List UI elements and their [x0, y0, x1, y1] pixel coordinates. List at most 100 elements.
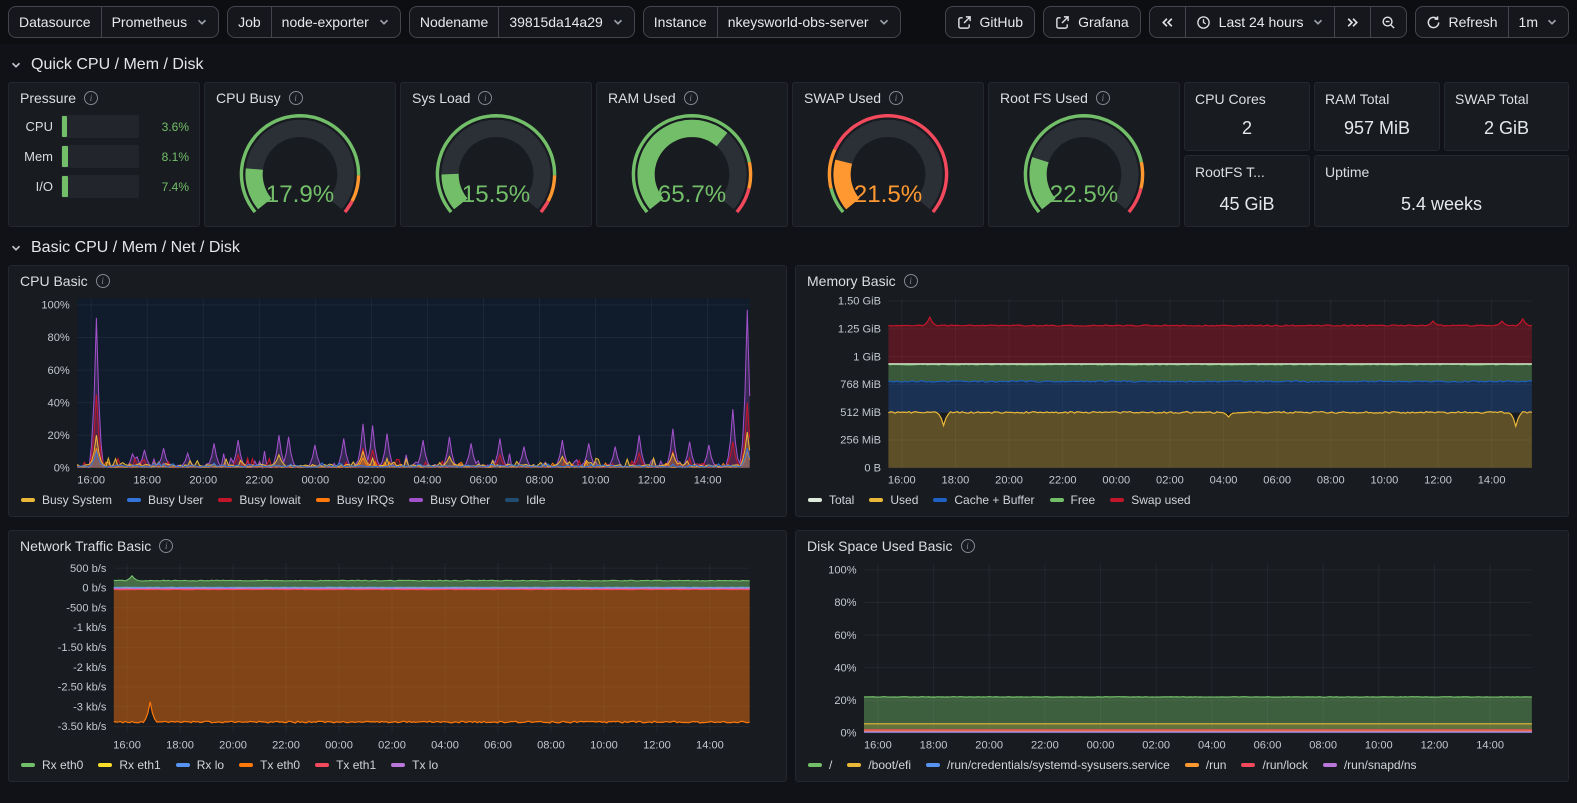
panel-header[interactable]: SWAP Used [793, 83, 983, 108]
x-axis-tick-label: 02:00 [1142, 740, 1170, 752]
grafana-link-button[interactable]: Grafana [1043, 6, 1141, 38]
time-range-picker[interactable]: Last 24 hours [1185, 7, 1334, 37]
section-title: Quick CPU / Mem / Disk [31, 56, 203, 74]
legend-item[interactable]: Total [808, 492, 854, 508]
legend-item[interactable]: Cache + Buffer [933, 492, 1034, 508]
x-axis-tick-label: 16:00 [77, 475, 105, 487]
info-icon[interactable] [684, 91, 698, 105]
info-icon[interactable] [289, 91, 303, 105]
github-link-button[interactable]: GitHub [945, 6, 1036, 38]
info-icon[interactable] [889, 91, 903, 105]
memory-basic-panel: Memory Basic 0 B256 MiB512 MiB768 MiB1 G… [795, 265, 1569, 517]
legend-swatch [1323, 763, 1337, 767]
memory-basic-chart[interactable]: 0 B256 MiB512 MiB768 MiB1 GiB1.25 GiB1.5… [796, 291, 1568, 490]
panel-header[interactable]: RAM Used [597, 83, 787, 108]
x-axis-tick-label: 12:00 [1421, 740, 1449, 752]
y-axis-tick-label: -1 kb/s [73, 622, 107, 634]
info-icon[interactable] [904, 274, 918, 288]
variable-value-nodename[interactable]: 39815da14a29 [499, 7, 633, 37]
panel-header[interactable]: Disk Space Used Basic [796, 531, 1568, 556]
cpu-busy-panel: CPU Busy 17.9% [204, 82, 396, 227]
disk-space-chart[interactable]: 0%20%40%60%80%100%16:0018:0020:0022:0000… [796, 556, 1568, 755]
info-icon[interactable] [84, 91, 98, 105]
legend-item[interactable]: / [808, 757, 832, 773]
legend-item[interactable]: /run/lock [1241, 757, 1307, 773]
disk-space-plot: 0%20%40%60%80%100%16:0018:0020:0022:0000… [796, 556, 1568, 755]
legend-item[interactable]: Busy Other [409, 492, 490, 508]
chevron-down-icon [878, 16, 890, 28]
legend-label: /run/credentials/systemd-sysusers.servic… [947, 757, 1170, 773]
gauge-value: 15.5% [462, 181, 530, 208]
panel-header[interactable]: CPU Cores [1195, 91, 1299, 107]
x-axis-tick-label: 22:00 [245, 475, 273, 487]
cpu-basic-chart[interactable]: 0%20%40%60%80%100%16:0018:0020:0022:0000… [9, 291, 786, 490]
pressure-metric-label: I/O [19, 179, 53, 194]
legend-item[interactable]: Rx lo [176, 757, 224, 773]
network-traffic-chart[interactable]: 500 b/s0 b/s-500 b/s-1 kb/s-1.50 kb/s-2 … [9, 556, 786, 755]
legend-item[interactable]: /run/snapd/ns [1323, 757, 1417, 773]
time-zoom-out-button[interactable] [1370, 7, 1406, 37]
info-icon[interactable] [961, 539, 975, 553]
legend-item[interactable]: Busy IRQs [316, 492, 394, 508]
variable-value-instance[interactable]: nkeysworld-obs-server [718, 7, 900, 37]
legend-item[interactable]: Rx eth1 [98, 757, 160, 773]
info-icon[interactable] [159, 539, 173, 553]
panel-header[interactable]: Network Traffic Basic [9, 531, 786, 556]
legend-item[interactable]: Used [869, 492, 918, 508]
legend-item[interactable]: Busy User [127, 492, 203, 508]
legend-label: Rx eth0 [42, 757, 83, 773]
section-header-basic[interactable]: Basic CPU / Mem / Net / Disk [0, 227, 1577, 265]
panel-header[interactable]: CPU Busy [205, 83, 395, 108]
x-axis-tick-label: 22:00 [1049, 475, 1077, 487]
legend-item[interactable]: /boot/efi [847, 757, 911, 773]
legend-label: Tx eth1 [336, 757, 376, 773]
legend-item[interactable]: Free [1050, 492, 1096, 508]
legend-item[interactable]: Busy Iowait [218, 492, 300, 508]
legend-item[interactable]: Swap used [1110, 492, 1190, 508]
network-traffic-legend: Rx eth0 Rx eth1 Rx lo Tx eth0 Tx eth1 Tx lo [9, 755, 786, 781]
panel-title: CPU Busy [216, 90, 281, 106]
legend-item[interactable]: Tx lo [391, 757, 438, 773]
time-shift-back-button[interactable] [1150, 7, 1185, 37]
legend-item[interactable]: Tx eth0 [239, 757, 300, 773]
time-shift-forward-button[interactable] [1334, 7, 1370, 37]
refresh-button[interactable]: Refresh [1416, 7, 1508, 37]
info-icon[interactable] [96, 274, 110, 288]
legend-item[interactable]: Tx eth1 [315, 757, 376, 773]
gauge-value: 17.9% [266, 181, 334, 208]
panel-header[interactable]: Memory Basic [796, 266, 1568, 291]
legend-item[interactable]: Rx eth0 [21, 757, 83, 773]
panel-header[interactable]: RootFS T... [1195, 164, 1299, 180]
panel-header[interactable]: SWAP Total [1455, 91, 1558, 107]
legend-item[interactable]: Idle [505, 492, 545, 508]
variable-control-job: Job node-exporter [227, 6, 401, 38]
panel-title: SWAP Used [804, 90, 881, 106]
legend-label: Busy User [148, 492, 203, 508]
panel-header[interactable]: CPU Basic [9, 266, 786, 291]
panel-header[interactable]: Pressure [9, 83, 199, 108]
refresh-interval-picker[interactable]: 1m [1508, 7, 1568, 37]
panel-header[interactable]: Sys Load [401, 83, 591, 108]
variable-control-datasource: Datasource Prometheus [8, 6, 219, 38]
legend-swatch [21, 763, 35, 767]
legend-item[interactable]: /run [1185, 757, 1227, 773]
x-axis-tick-label: 10:00 [1371, 475, 1399, 487]
x-axis-tick-label: 00:00 [1087, 740, 1115, 752]
legend-swatch [1241, 763, 1255, 767]
x-axis-tick-label: 20:00 [219, 740, 247, 752]
y-axis-tick-label: 20% [834, 695, 856, 707]
time-range-label: Last 24 hours [1219, 14, 1304, 30]
variable-value-datasource[interactable]: Prometheus [102, 7, 218, 37]
panel-header[interactable]: Uptime [1325, 164, 1558, 180]
variable-value-job[interactable]: node-exporter [272, 7, 400, 37]
legend-item[interactable]: Busy System [21, 492, 112, 508]
memory-basic-legend: Total Used Cache + Buffer Free Swap used [796, 490, 1568, 516]
info-icon[interactable] [1096, 91, 1110, 105]
chevron-down-icon [612, 16, 624, 28]
legend-item[interactable]: /run/credentials/systemd-sysusers.servic… [926, 757, 1170, 773]
chevron-down-icon [10, 59, 22, 71]
panel-header[interactable]: RAM Total [1325, 91, 1429, 107]
info-icon[interactable] [478, 91, 492, 105]
panel-header[interactable]: Root FS Used [989, 83, 1179, 108]
section-header-quick[interactable]: Quick CPU / Mem / Disk [0, 44, 1577, 82]
